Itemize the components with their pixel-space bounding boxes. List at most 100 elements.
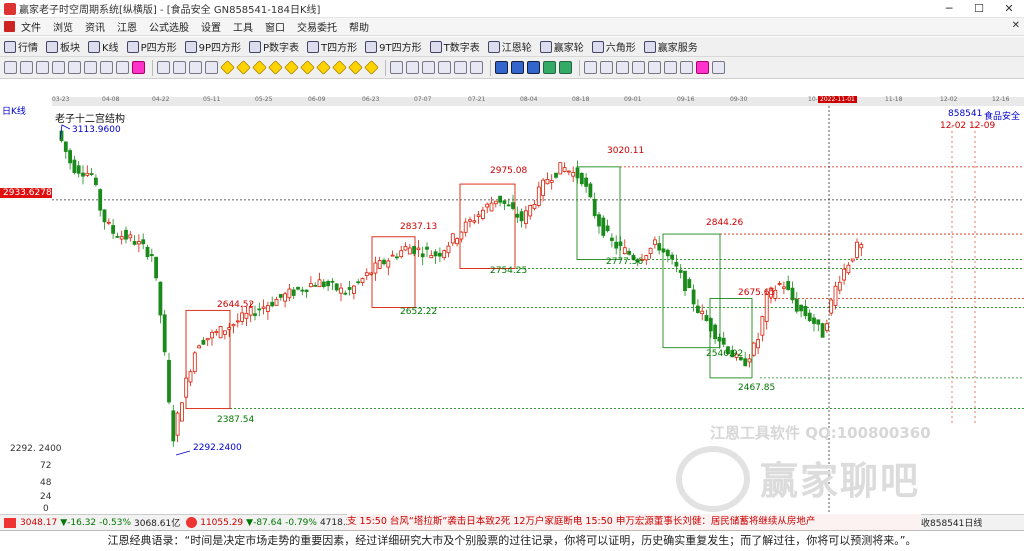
settings-tool-icon[interactable]: [664, 61, 677, 74]
gann-diamond-icon[interactable]: [236, 60, 251, 75]
filter-tool-icon[interactable]: [680, 61, 693, 74]
candle-body: [188, 371, 193, 383]
tb-gann-wheel[interactable]: 江恩轮: [487, 39, 532, 54]
tb-winner-wheel[interactable]: 赢家轮: [539, 39, 584, 54]
print-tool-icon[interactable]: [511, 61, 524, 74]
pie-tool-icon[interactable]: [696, 61, 709, 74]
candle-body: [334, 283, 339, 291]
candle-body: [158, 281, 163, 316]
gann-diamond-icon[interactable]: [332, 60, 347, 75]
gann-diamond-icon[interactable]: [316, 60, 331, 75]
price-label: 2837.13: [400, 222, 438, 232]
menu-tools[interactable]: 工具: [227, 19, 259, 34]
service-icon: [643, 40, 656, 53]
candle-body: [89, 173, 94, 176]
tb-p-square[interactable]: P四方形: [126, 39, 177, 54]
menu-window[interactable]: 窗口: [259, 19, 291, 34]
menu-settings[interactable]: 设置: [195, 19, 227, 34]
layout-tool-icon[interactable]: [648, 61, 661, 74]
candle-body: [850, 258, 855, 262]
zoom-tool-icon[interactable]: [20, 61, 33, 74]
window-controls: ─ ☐ ✕: [934, 0, 1024, 18]
back-tool-icon[interactable]: [189, 61, 202, 74]
tb-9p-square[interactable]: 9P四方形: [184, 39, 241, 54]
tb-kline[interactable]: K线: [88, 39, 119, 54]
cursor-tool-icon[interactable]: [4, 61, 17, 74]
price-label: 2844.26: [706, 218, 744, 228]
menu-help[interactable]: 帮助: [343, 19, 375, 34]
p-table-icon: [249, 40, 261, 53]
candle-body: [691, 289, 696, 305]
gann-diamond-icon[interactable]: [348, 60, 363, 75]
car-tool-icon[interactable]: [543, 61, 556, 74]
menu-formula[interactable]: 公式选股: [143, 19, 195, 34]
gann-diamond-icon[interactable]: [268, 60, 283, 75]
minimize-button[interactable]: ─: [934, 0, 964, 18]
maximize-button[interactable]: ☐: [964, 0, 994, 18]
gann-diamond-icon[interactable]: [220, 60, 235, 75]
tb-t-square[interactable]: T四方形: [307, 39, 357, 54]
bars-tool-icon[interactable]: [52, 61, 65, 74]
copy-tool-icon[interactable]: [527, 61, 540, 74]
tb-9t-square[interactable]: 9T四方形: [365, 39, 422, 54]
menu-news[interactable]: 资讯: [79, 19, 111, 34]
candle-body: [554, 172, 558, 178]
tb-p-table[interactable]: P数字表: [249, 39, 299, 54]
gann-diamond-icon[interactable]: [284, 60, 299, 75]
prev-tool-icon[interactable]: [157, 61, 170, 74]
chart-tool-icon[interactable]: [36, 61, 49, 74]
ratio-tool-icon[interactable]: [100, 61, 113, 74]
candle-body: [743, 358, 748, 367]
winner-wheel-icon: [539, 40, 552, 53]
trend-tool-icon[interactable]: [422, 61, 435, 74]
candle-body: [399, 250, 404, 258]
candle-tool-icon[interactable]: [68, 61, 81, 74]
line-tool-icon[interactable]: [84, 61, 97, 74]
candle-body: [601, 217, 606, 236]
news-ticker[interactable]: 支 15:50 台风“塔拉斯”袭击日本致2死 12万户家庭断电 15:50 申万…: [347, 514, 921, 530]
save-tool-icon[interactable]: [495, 61, 508, 74]
fib-tool-icon[interactable]: [438, 61, 451, 74]
y-axis-0: 0: [43, 504, 49, 514]
kline-icon: [88, 40, 100, 53]
menu-trade[interactable]: 交易委托: [291, 19, 343, 34]
tb-sectors[interactable]: 板块: [46, 39, 80, 54]
chart-area[interactable]: 日K线 老子十二宫结构 858541 食品安全 12-02 12-09 2933…: [0, 106, 1024, 514]
close-button[interactable]: ✕: [994, 0, 1024, 18]
tb-service[interactable]: 赢家服务: [643, 39, 698, 54]
list-tool-icon[interactable]: [600, 61, 613, 74]
gann-diamond-icon[interactable]: [300, 60, 315, 75]
cycle-tool-icon[interactable]: [116, 61, 129, 74]
text-tool-icon[interactable]: [454, 61, 467, 74]
date-label: 05-11: [203, 96, 221, 103]
candle-body: [102, 209, 107, 223]
candle-body: [72, 159, 77, 173]
menu-file[interactable]: 文件: [15, 19, 47, 34]
candle-body: [205, 337, 210, 341]
next-tool-icon[interactable]: [173, 61, 186, 74]
tb-t-table[interactable]: T数字表: [429, 39, 480, 54]
gann-diamond-icon[interactable]: [252, 60, 267, 75]
price-label: 2546.92: [706, 349, 744, 359]
candle-body: [304, 289, 309, 292]
candle-body: [489, 202, 494, 212]
tb-hexagon[interactable]: 六角形: [591, 39, 636, 54]
gann-diamond-icon[interactable]: [364, 60, 379, 75]
brush-tool-icon[interactable]: [470, 61, 483, 74]
candle-body: [244, 312, 249, 319]
marker-tool-icon[interactable]: [132, 61, 145, 74]
forward-tool-icon[interactable]: [205, 61, 218, 74]
table-tool-icon[interactable]: [616, 61, 629, 74]
hand-tool-icon[interactable]: [390, 61, 403, 74]
infinity-tool-icon[interactable]: [712, 61, 725, 74]
cross-tool-icon[interactable]: [406, 61, 419, 74]
menu-browse[interactable]: 浏览: [47, 19, 79, 34]
candle-body: [63, 141, 68, 152]
window-tool-icon[interactable]: [632, 61, 645, 74]
grid-tool-icon[interactable]: [584, 61, 597, 74]
candle-body: [696, 305, 700, 313]
menu-gann[interactable]: 江恩: [111, 19, 143, 34]
chart-type-icon[interactable]: [559, 61, 572, 74]
mdi-close-button[interactable]: ✕: [1012, 20, 1020, 31]
tb-quotes[interactable]: 行情: [4, 39, 38, 54]
